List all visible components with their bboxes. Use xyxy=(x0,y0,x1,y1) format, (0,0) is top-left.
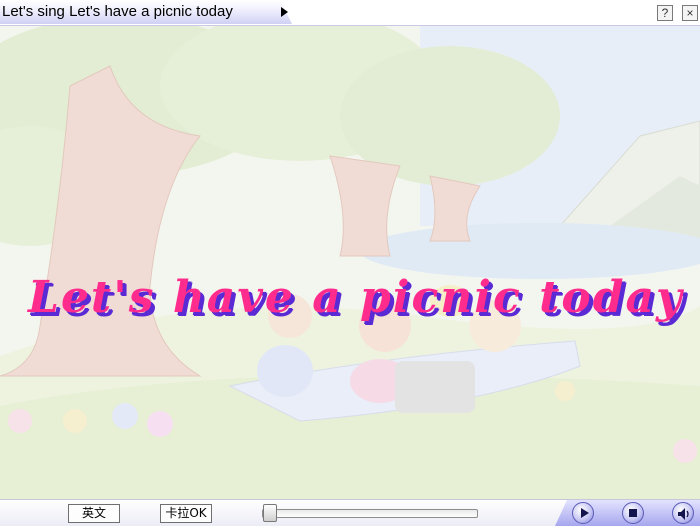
play-button[interactable] xyxy=(572,502,594,524)
english-button[interactable]: 英文 xyxy=(68,504,120,523)
stop-button[interactable] xyxy=(622,502,644,524)
play-icon xyxy=(581,508,589,518)
sound-button[interactable] xyxy=(672,502,694,524)
control-bar: 英文 卡拉OK xyxy=(0,499,700,526)
picnic-scene: Let's have a picnic today xyxy=(0,26,700,499)
scene-illustration xyxy=(0,26,700,499)
close-button[interactable]: × xyxy=(682,5,698,21)
karaoke-button[interactable]: 卡拉OK xyxy=(160,504,212,523)
progress-slider[interactable] xyxy=(262,509,478,518)
progress-slider-thumb[interactable] xyxy=(263,504,277,522)
speaker-icon xyxy=(678,508,689,520)
window-title: Let's sing Let's have a picnic today xyxy=(2,3,233,20)
title-bar: Let's sing Let's have a picnic today ? × xyxy=(0,0,700,26)
play-arrow-icon[interactable] xyxy=(281,7,288,17)
stop-icon xyxy=(629,509,637,517)
help-button[interactable]: ? xyxy=(657,5,673,21)
song-headline: Let's have a picnic today xyxy=(28,272,684,323)
